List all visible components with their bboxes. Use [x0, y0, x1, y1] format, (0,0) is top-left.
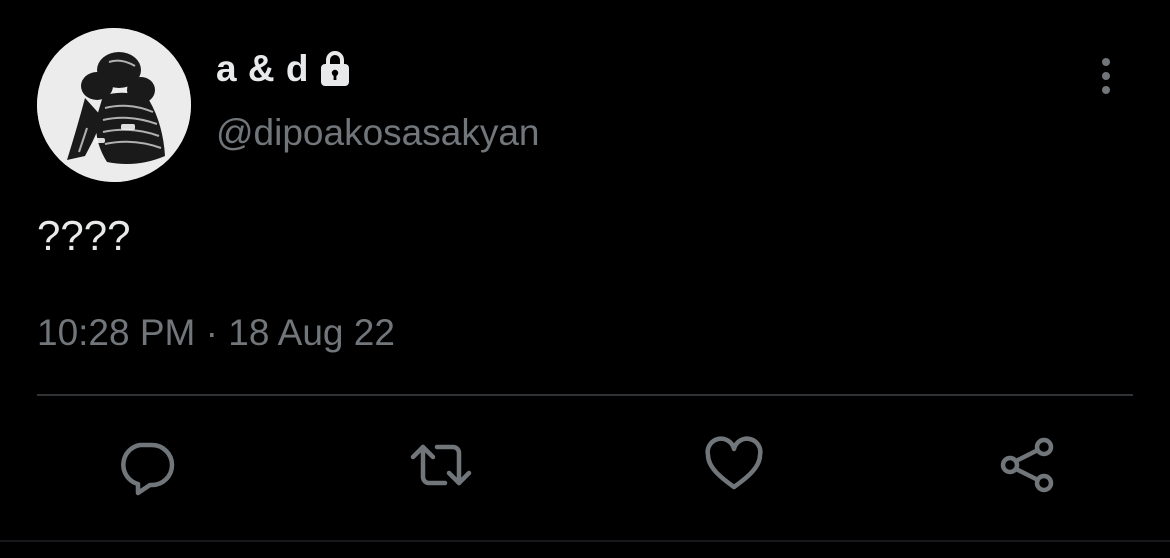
share-icon	[1000, 437, 1054, 493]
retweet-icon	[410, 444, 472, 486]
reply-button[interactable]	[111, 430, 181, 500]
more-vertical-icon[interactable]	[1090, 54, 1122, 98]
display-name-row: a & d	[216, 48, 355, 90]
bottom-separator	[0, 540, 1170, 542]
tweet-text: ????	[37, 212, 131, 259]
display-name[interactable]: a & d	[216, 48, 309, 90]
divider	[37, 394, 1133, 396]
reply-icon	[121, 442, 175, 496]
avatar-image	[37, 28, 191, 182]
heart-icon	[705, 436, 763, 490]
handle[interactable]: @dipoakosasakyan	[216, 112, 539, 154]
share-button[interactable]	[993, 430, 1063, 500]
retweet-button[interactable]	[406, 430, 476, 500]
tweet-card: a & d @dipoakosasakyan ???? 10:28 PM · 1…	[0, 0, 1170, 558]
like-button[interactable]	[699, 430, 769, 500]
timestamp[interactable]: 10:28 PM · 18 Aug 22	[37, 312, 395, 354]
action-bar	[0, 430, 1170, 500]
avatar[interactable]	[37, 28, 191, 182]
lock-icon	[315, 49, 355, 89]
